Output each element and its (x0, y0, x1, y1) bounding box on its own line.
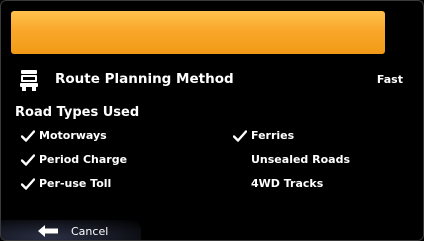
checkmark-icon (233, 130, 247, 142)
road-type-label: 4WD Tracks (251, 177, 324, 190)
cancel-label: Cancel (71, 225, 109, 238)
checkmark-icon (21, 130, 35, 142)
road-type-label: Unsealed Roads (251, 153, 350, 166)
truck-icon (20, 70, 38, 91)
header-bar (11, 11, 385, 54)
road-type-label: Motorways (39, 129, 107, 142)
checkmark-icon (21, 154, 35, 166)
route-planning-label: Route Planning Method (55, 71, 234, 87)
road-type-label: Ferries (251, 129, 295, 142)
checkmark-icon (21, 178, 35, 190)
route-summary-screen: Route Planning Method Fast Road Types Us… (0, 0, 424, 241)
route-planning-row[interactable]: Route Planning Method Fast (15, 67, 411, 95)
back-arrow-icon (38, 225, 58, 237)
road-type-label: Period Charge (39, 153, 128, 166)
route-planning-value: Fast (376, 73, 403, 86)
road-types-title: Road Types Used (15, 105, 140, 120)
road-type-label: Per-use Toll (39, 177, 112, 190)
cancel-button[interactable]: Cancel (1, 220, 141, 240)
